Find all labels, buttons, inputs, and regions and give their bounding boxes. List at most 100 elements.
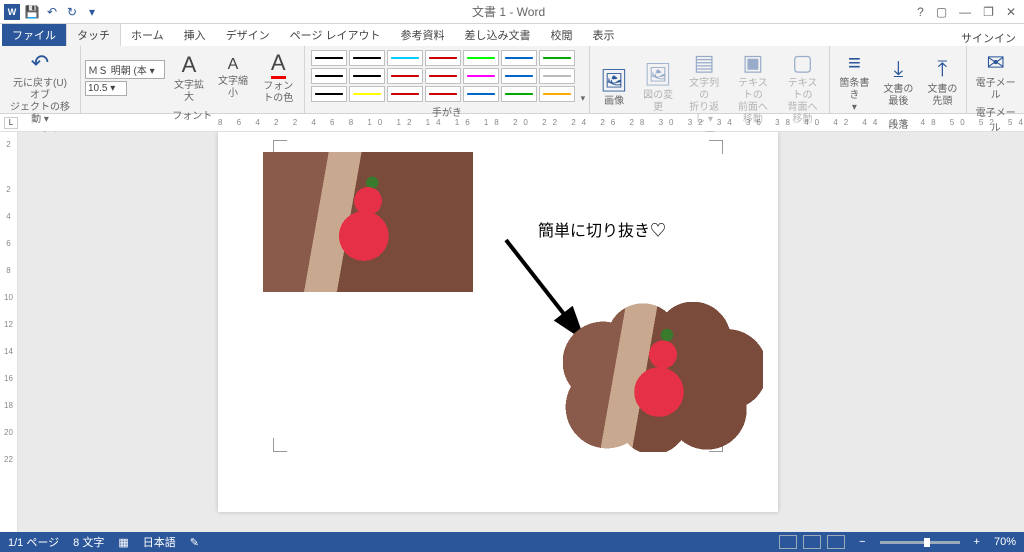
font-color-button[interactable]: Aフォントの色 [257, 48, 300, 107]
restore-icon[interactable]: ❐ [983, 5, 994, 19]
status-word-count[interactable]: 8 文字 [73, 534, 104, 550]
doc-start-button[interactable]: ⤒文書の 先頭 [922, 54, 962, 110]
undo-icon[interactable]: ↶ [44, 4, 60, 20]
pen-swatch[interactable]: .pen::after{background:var(--c)} [463, 50, 499, 66]
page[interactable]: 簡単に切り抜き♡ [218, 132, 778, 512]
pen-swatch[interactable]: .pen::after{background:var(--c)} [539, 68, 575, 84]
bring-front-icon: ▣ [743, 50, 764, 76]
tab-touch[interactable]: タッチ [66, 23, 121, 46]
document-area: 2246810121416182022 簡単に切り抜き♡ [0, 132, 1024, 532]
insert-image-button[interactable]: 🖼画像 [594, 66, 634, 110]
image-icon: 🖼 [600, 68, 628, 94]
pen-swatch[interactable]: .pen::after{background:var(--c)} [539, 50, 575, 66]
image-rectangle[interactable] [263, 152, 473, 292]
document-canvas[interactable]: 簡単に切り抜き♡ [18, 132, 1024, 532]
tab-design[interactable]: デザイン [216, 24, 280, 46]
pen-swatch[interactable]: .pen::after{background:var(--c)} [387, 86, 423, 102]
pen-swatch[interactable]: .pen::after{background:var(--c)} [463, 86, 499, 102]
status-lang-icon[interactable]: ▦ [118, 536, 128, 549]
bullets-button[interactable]: ≡箇条書き ▾ [834, 48, 874, 116]
image-cloud-crop[interactable] [563, 302, 763, 452]
tab-pagelayout[interactable]: ページ レイアウト [280, 24, 391, 46]
pen-swatch[interactable]: .pen::after{background:var(--c)} [349, 86, 385, 102]
group-paragraph: ≡箇条書き ▾ ⤓文書の 最後 ⤒文書の 先頭 段落 [830, 46, 967, 113]
undo-arrow-icon: ↶ [31, 50, 49, 76]
ruler-corner-icon[interactable]: L [4, 117, 18, 129]
pen-swatch[interactable]: .pen::after{background:var(--c)} [311, 68, 347, 84]
pen-swatch[interactable]: .pen::after{background:var(--c)} [463, 68, 499, 84]
view-read-icon[interactable] [779, 535, 797, 549]
pen-swatch[interactable]: .pen::after{background:var(--c)} [311, 50, 347, 66]
pen-swatch[interactable]: .pen::after{background:var(--c)} [501, 86, 537, 102]
tab-insert[interactable]: 挿入 [174, 24, 216, 46]
change-picture-button: 🖼図の変更 [638, 60, 678, 116]
font-color-icon: A [271, 50, 286, 79]
doc-end-icon: ⤓ [894, 56, 904, 82]
crop-mark [709, 140, 723, 154]
window-title: 文書 1 - Word [100, 3, 917, 20]
font-size-combo[interactable]: 10.5 ▾ [85, 81, 127, 96]
pen-swatch[interactable]: .pen::after{background:var(--c)} [349, 68, 385, 84]
redo-icon[interactable]: ↻ [64, 4, 80, 20]
zoom-out-button[interactable]: − [859, 536, 865, 548]
tab-view[interactable]: 表示 [583, 24, 625, 46]
status-bar: 1/1 ページ 8 文字 ▦ 日本語 ✎ − + 70% [0, 532, 1024, 552]
ribbon-tabs: ファイル タッチ ホーム 挿入 デザイン ページ レイアウト 参考資料 差し込み… [0, 24, 1024, 46]
font-grow-button[interactable]: A文字拡大 [169, 50, 209, 106]
pen-swatch[interactable]: .pen::after{background:var(--c)} [501, 68, 537, 84]
send-back-button: ▢テキストの 背面へ移動 [780, 48, 826, 128]
text-wrap-button: ▤文字列の 折り返し ▾ [682, 48, 726, 128]
change-picture-icon: 🖼 [644, 62, 672, 88]
pen-swatch[interactable]: .pen::after{background:var(--c)} [539, 86, 575, 102]
close-icon[interactable]: ✕ [1006, 5, 1016, 19]
tab-mailings[interactable]: 差し込み文書 [455, 24, 541, 46]
zoom-slider[interactable] [880, 541, 960, 544]
vertical-ruler[interactable]: 2246810121416182022 [0, 132, 18, 532]
bullets-icon: ≡ [848, 50, 861, 76]
status-language[interactable]: 日本語 [143, 534, 176, 550]
pen-swatch[interactable]: .pen::after{background:var(--c)} [349, 50, 385, 66]
zoom-level[interactable]: 70% [994, 536, 1016, 548]
ribbon: ↶ 元に戻す(U) オブ ジェクトの移動 ▾ 元に戻す ＭＳ 明朝 (本 ▾ 1… [0, 46, 1024, 114]
view-print-icon[interactable] [803, 535, 821, 549]
pen-swatch[interactable]: .pen::after{background:var(--c)} [311, 86, 347, 102]
tab-file[interactable]: ファイル [2, 24, 66, 46]
pen-swatch[interactable]: .pen::after{background:var(--c)} [425, 50, 461, 66]
send-back-icon: ▢ [792, 50, 813, 76]
doc-end-button[interactable]: ⤓文書の 最後 [878, 54, 918, 110]
font-grow-icon: A [182, 52, 197, 78]
tab-references[interactable]: 参考資料 [391, 24, 455, 46]
group-undo: ↶ 元に戻す(U) オブ ジェクトの移動 ▾ 元に戻す [0, 46, 81, 113]
sign-in-link[interactable]: サインイン [961, 30, 1024, 46]
ribbon-toggle-icon[interactable]: ▢ [936, 5, 947, 19]
group-handwriting: .pen::after{background:var(--c)}.pen::af… [305, 46, 591, 113]
pen-swatch[interactable]: .pen::after{background:var(--c)} [501, 50, 537, 66]
font-name-combo[interactable]: ＭＳ 明朝 (本 ▾ [85, 60, 165, 79]
minimize-icon[interactable]: — [959, 5, 971, 19]
annotation-text[interactable]: 簡単に切り抜き♡ [538, 217, 666, 241]
pen-gallery[interactable]: .pen::after{background:var(--c)}.pen::af… [309, 48, 577, 104]
tab-review[interactable]: 校閲 [541, 24, 583, 46]
font-shrink-button[interactable]: A文字縮小 [213, 53, 253, 102]
save-icon[interactable]: 💾 [24, 4, 40, 20]
zoom-in-button[interactable]: + [974, 536, 980, 548]
view-web-icon[interactable] [827, 535, 845, 549]
crop-mark [273, 438, 287, 452]
group-font: ＭＳ 明朝 (本 ▾ 10.5 ▾ A文字拡大 A文字縮小 Aフォントの色 フォ… [81, 46, 305, 113]
group-picture: 🖼画像 🖼図の変更 ▤文字列の 折り返し ▾ ▣テキストの 前面へ移動 ▢テキス… [590, 46, 830, 113]
pen-swatch[interactable]: .pen::after{background:var(--c)} [425, 86, 461, 102]
email-button[interactable]: ✉電子メール [971, 48, 1020, 104]
email-icon: ✉ [986, 50, 1004, 76]
word-icon: W [4, 4, 20, 20]
tab-home[interactable]: ホーム [121, 24, 174, 46]
help-icon[interactable]: ? [917, 5, 924, 19]
view-switcher[interactable] [779, 535, 845, 549]
gallery-more-icon[interactable]: ▾ [581, 93, 586, 104]
pen-swatch[interactable]: .pen::after{background:var(--c)} [387, 68, 423, 84]
window-controls: ? ▢ — ❐ ✕ [917, 5, 1024, 19]
qat-more-icon[interactable]: ▾ [84, 4, 100, 20]
status-proof-icon[interactable]: ✎ [190, 536, 199, 549]
status-page[interactable]: 1/1 ページ [8, 534, 59, 550]
pen-swatch[interactable]: .pen::after{background:var(--c)} [387, 50, 423, 66]
pen-swatch[interactable]: .pen::after{background:var(--c)} [425, 68, 461, 84]
